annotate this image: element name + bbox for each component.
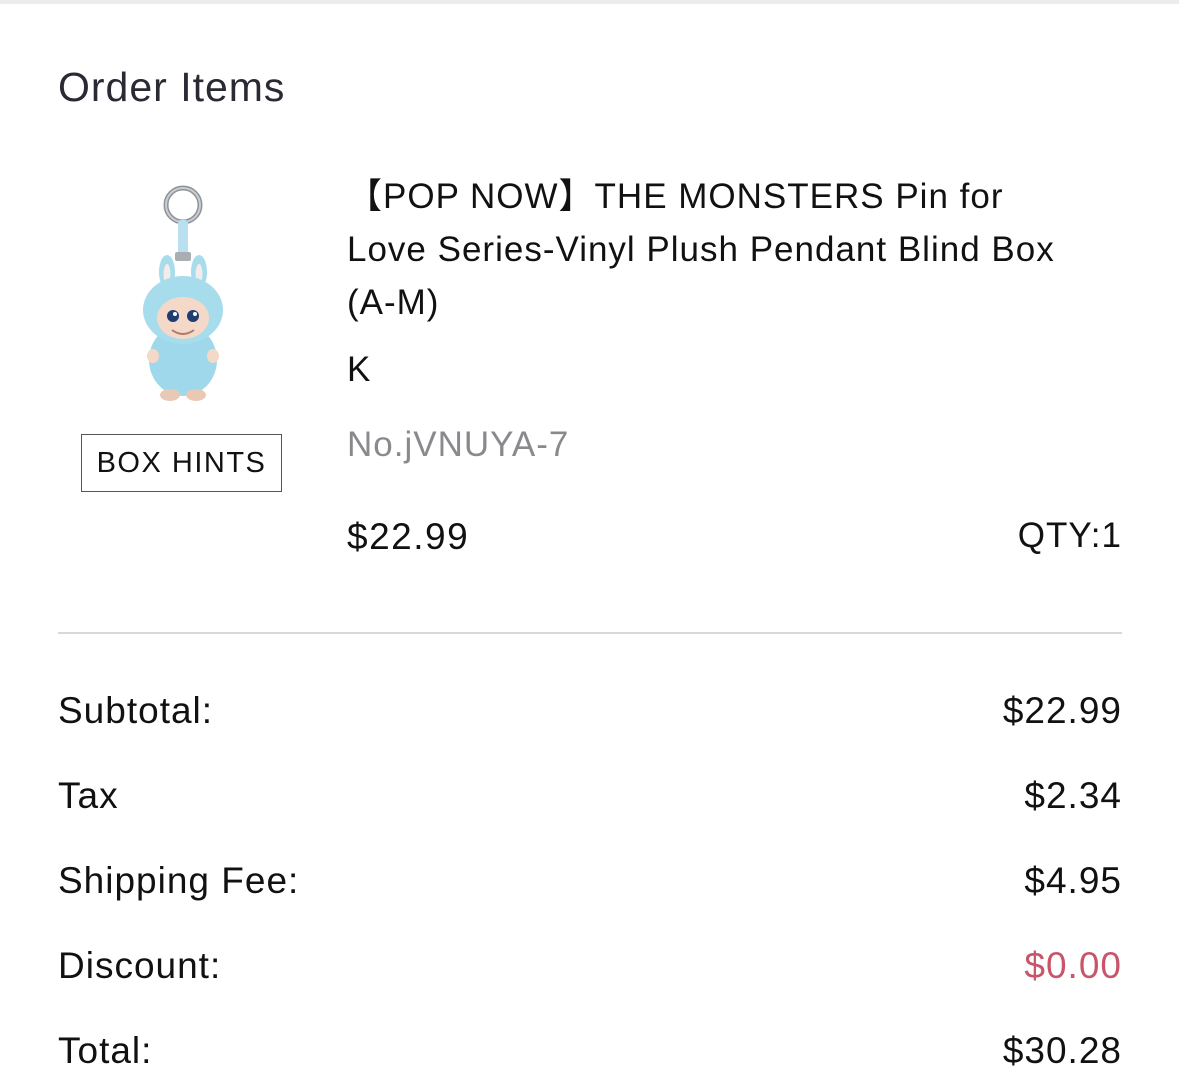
tax-label: Tax <box>58 775 119 816</box>
product-variant: K <box>347 350 371 389</box>
product-quantity: QTY:1 <box>1017 516 1122 555</box>
summary-row-discount: Discount: $0.00 <box>58 941 1122 991</box>
section-title: Order Items <box>58 64 286 110</box>
divider <box>58 632 1122 634</box>
labubu-plush-keychain-icon <box>143 185 223 401</box>
summary-row-tax: Tax $2.34 <box>58 771 1122 821</box>
total-label: Total: <box>58 1030 153 1071</box>
subtotal-value: $22.99 <box>1002 690 1122 731</box>
summary-row-subtotal: Subtotal: $22.99 <box>58 686 1122 736</box>
subtotal-label: Subtotal: <box>58 690 214 731</box>
discount-value: $0.00 <box>1024 945 1122 986</box>
summary-row-total: Total: $30.28 <box>58 1026 1122 1076</box>
shipping-value: $4.95 <box>1024 860 1122 901</box>
top-border <box>0 0 1179 4</box>
discount-label: Discount: <box>58 945 222 986</box>
product-number: No.jVNUYA-7 <box>347 425 570 464</box>
product-image[interactable] <box>128 180 238 405</box>
summary-row-shipping: Shipping Fee: $4.95 <box>58 856 1122 906</box>
total-value: $30.28 <box>1002 1030 1122 1071</box>
product-price: $22.99 <box>347 516 470 557</box>
tax-value: $2.34 <box>1024 775 1122 816</box>
box-hints-button[interactable]: BOX HINTS <box>81 434 282 492</box>
product-name[interactable]: 【POP NOW】THE MONSTERS Pin for Love Serie… <box>347 170 1077 329</box>
shipping-label: Shipping Fee: <box>58 860 300 901</box>
